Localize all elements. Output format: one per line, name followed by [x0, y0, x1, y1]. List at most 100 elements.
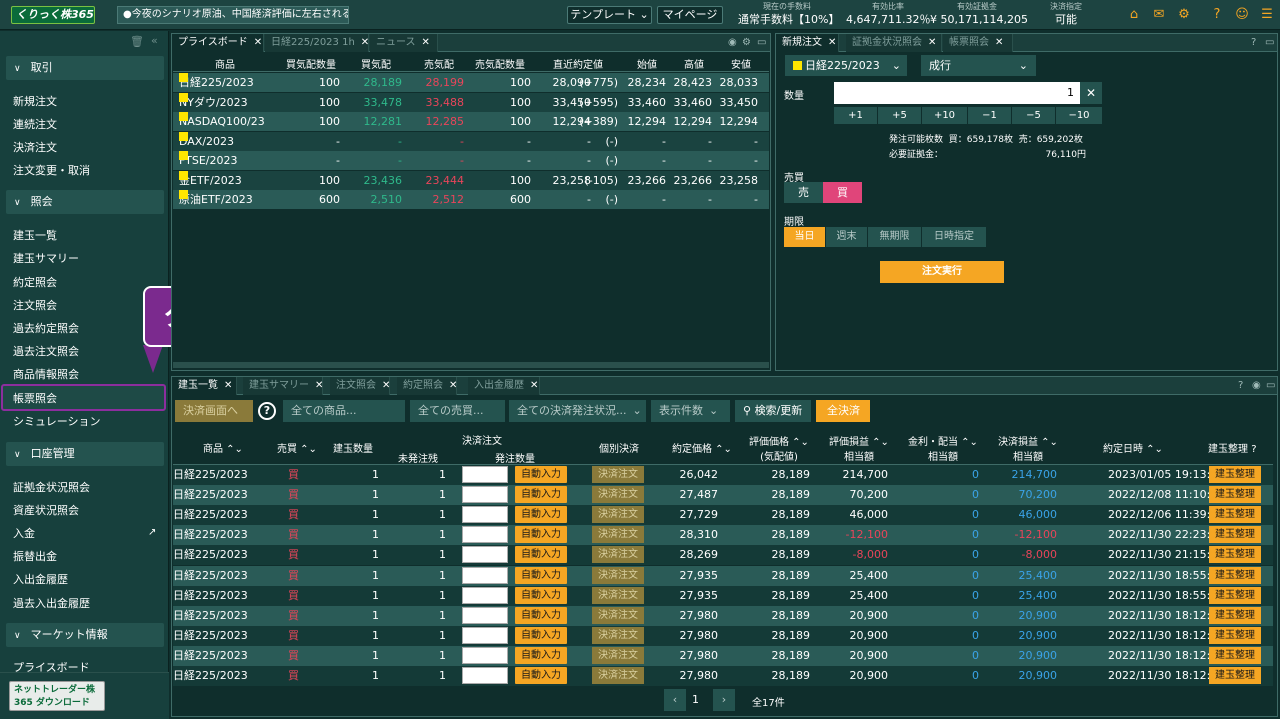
table-row[interactable]: 日経225/2023 買 1 1 自動入力 決済注文 27,980 28,189 20,900 0…	[173, 625, 1273, 646]
priceboard-row[interactable]: NYダウ/2023 100 33,478 33,488 100 33,450 (+595) 3…	[173, 92, 769, 112]
help-icon[interactable]: ?	[1238, 377, 1243, 395]
help-icon[interactable]: ?	[1251, 444, 1256, 455]
sidebar-item-new-order[interactable]: 新規注文	[13, 95, 57, 109]
step-plus5-button[interactable]: +5	[878, 107, 921, 124]
sidebar-item-executions[interactable]: 約定照会	[13, 276, 57, 290]
count-select[interactable]: 表示件数 ⌄	[651, 400, 730, 422]
news-ticker[interactable]: ●今夜のシナリオ原油、中国経済評価に左右される...	[117, 6, 349, 24]
settings-icon[interactable]: ⚙	[742, 34, 751, 52]
close-icon[interactable]: ✕	[361, 37, 369, 48]
auto-fill-button[interactable]: 自動入力	[515, 566, 567, 584]
settle-order-button[interactable]: 決済注文	[592, 546, 644, 564]
trash-icon[interactable]: 🗑	[130, 35, 144, 48]
sidebar-item-position-summary[interactable]: 建玉サマリー	[13, 252, 79, 266]
position-manage-button[interactable]: 建玉整理	[1209, 606, 1261, 624]
auto-fill-button[interactable]: 自動入力	[515, 466, 567, 483]
step-plus1-button[interactable]: +1	[834, 107, 877, 124]
menu-icon[interactable]: ☰	[1259, 7, 1275, 23]
mypage-button[interactable]: マイページ	[657, 6, 723, 24]
tab-news[interactable]: ニュース ✕	[370, 34, 438, 52]
col-price[interactable]: 約定価格 ⌃⌄	[672, 440, 732, 455]
settle-order-button[interactable]: 決済注文	[592, 506, 644, 524]
auto-fill-button[interactable]: 自動入力	[515, 506, 567, 524]
close-icon[interactable]: ✕	[928, 37, 936, 48]
position-manage-button[interactable]: 建玉整理	[1209, 526, 1261, 544]
minimize-icon[interactable]: ▭	[757, 34, 766, 52]
clear-qty-icon[interactable]: ✕	[1080, 82, 1102, 104]
tab-order-inquiry[interactable]: 注文照会 ✕	[330, 377, 390, 395]
settle-order-button[interactable]: 決済注文	[592, 646, 644, 664]
term-today[interactable]: 当日	[784, 227, 825, 247]
sidebar-section-account[interactable]: ∨ 口座管理	[6, 442, 164, 466]
table-row[interactable]: 日経225/2023 買 1 1 自動入力 決済注文 27,980 28,189 20,900 0…	[173, 645, 1273, 666]
sidebar-item-modify-order[interactable]: 注文変更・取消	[13, 164, 90, 178]
status-filter[interactable]: 全ての決済発注状況... ⌄	[509, 400, 646, 422]
col-eval-price[interactable]: 評価価格 ⌃⌄ (気配値)	[749, 433, 809, 463]
next-page-button[interactable]: ›	[713, 689, 735, 711]
auto-fill-button[interactable]: 自動入力	[515, 667, 567, 684]
eye-icon[interactable]: ◉	[728, 34, 737, 52]
term-week[interactable]: 週末	[826, 227, 867, 247]
close-icon[interactable]: ✕	[422, 37, 430, 48]
order-qty-input[interactable]	[462, 526, 508, 544]
table-row[interactable]: 日経225/2023 買 1 1 自動入力 決済注文 28,269 28,189 -8,000 0…	[173, 545, 1273, 566]
order-qty-input[interactable]	[462, 606, 508, 624]
sidebar-item-positions[interactable]: 建玉一覧	[13, 229, 57, 243]
priceboard-row[interactable]: 金ETF/2023 100 23,436 23,444 100 23,258 (-105) 2…	[173, 170, 769, 190]
table-row[interactable]: 日経225/2023 買 1 1 自動入力 決済注文 28,310 28,189 -12,100…	[173, 525, 1273, 546]
close-icon[interactable]: ✕	[254, 37, 262, 48]
sidebar-item-product-info[interactable]: 商品情報照会	[13, 368, 79, 382]
side-filter[interactable]: 全ての売買...	[410, 400, 505, 422]
col-side[interactable]: 売買 ⌃⌄	[277, 440, 317, 455]
settle-all-button[interactable]: 全決済	[816, 400, 870, 422]
step-minus5-button[interactable]: −5	[1012, 107, 1055, 124]
settle-order-button[interactable]: 決済注文	[592, 626, 644, 644]
page-number[interactable]: 1	[692, 693, 699, 706]
prev-page-button[interactable]: ‹	[664, 689, 686, 711]
tab-execution-inquiry[interactable]: 約定照会 ✕	[397, 377, 457, 395]
auto-fill-button[interactable]: 自動入力	[515, 606, 567, 624]
help-icon[interactable]: ?	[1209, 7, 1225, 23]
position-manage-button[interactable]: 建玉整理	[1209, 646, 1261, 664]
tab-priceboard[interactable]: プライスボード ✕	[172, 34, 264, 52]
buy-toggle[interactable]: 買	[823, 182, 862, 203]
sidebar-section-trade[interactable]: ∨ 取引	[6, 56, 164, 80]
eye-icon[interactable]: ◉	[1252, 377, 1261, 395]
minimize-icon[interactable]: ▭	[1265, 34, 1274, 52]
sidebar-item-past-executions[interactable]: 過去約定照会	[13, 322, 79, 336]
tab-positions[interactable]: 建玉一覧 ✕	[172, 377, 237, 395]
auto-fill-button[interactable]: 自動入力	[515, 526, 567, 544]
order-product-select[interactable]: 日経225/2023 ⌄	[785, 55, 907, 76]
home-icon[interactable]: ⌂	[1126, 7, 1142, 23]
sidebar-item-simulation[interactable]: シミュレーション	[13, 415, 101, 429]
tab-reports[interactable]: 帳票照会 ✕	[943, 34, 1013, 52]
priceboard-row[interactable]: 原油ETF/2023 600 2,510 2,512 600 - (-) - - -	[173, 190, 769, 209]
tab-position-summary[interactable]: 建玉サマリー ✕	[243, 377, 323, 395]
order-qty-input[interactable]	[462, 486, 508, 504]
sidebar-item-orders[interactable]: 注文照会	[13, 299, 57, 313]
order-qty-input[interactable]	[462, 546, 508, 564]
auto-fill-button[interactable]: 自動入力	[515, 486, 567, 504]
priceboard-row[interactable]: FTSE/2023 - - - - - (-) - - -	[173, 151, 769, 170]
table-row[interactable]: 日経225/2023 買 1 1 自動入力 決済注文 27,980 28,189 20,900 0…	[173, 666, 1273, 686]
order-qty-input[interactable]	[462, 466, 508, 483]
template-button[interactable]: テンプレート ⌄	[567, 6, 652, 24]
user-icon[interactable]: ☺	[1234, 7, 1250, 23]
submit-order-button[interactable]: 注文実行	[880, 261, 1004, 283]
settle-order-button[interactable]: 決済注文	[592, 466, 644, 483]
step-minus10-button[interactable]: −10	[1056, 107, 1102, 124]
help-icon[interactable]: ?	[258, 402, 276, 420]
col-interest[interactable]: 金利・配当 ⌃⌄ 相当額	[908, 433, 978, 463]
close-icon[interactable]: ✕	[449, 380, 457, 391]
sidebar-item-transfer-history[interactable]: 入出金履歴	[13, 573, 68, 587]
order-qty-input[interactable]	[462, 586, 508, 604]
tab-new-order[interactable]: 新規注文 ✕	[776, 34, 839, 52]
help-icon[interactable]: ?	[1251, 34, 1256, 52]
table-row[interactable]: 日経225/2023 買 1 1 自動入力 決済注文 27,935 28,189 25,400 0…	[173, 565, 1273, 586]
position-manage-button[interactable]: 建玉整理	[1209, 626, 1261, 644]
tab-chart[interactable]: 日経225/2023 1h ✕	[265, 34, 369, 52]
priceboard-row[interactable]: NASDAQ100/23 100 12,281 12,285 100 12,294 (+38…	[173, 112, 769, 131]
order-type-select[interactable]: 成行 ⌄	[921, 55, 1036, 76]
col-settle-pl[interactable]: 決済損益 ⌃⌄ 相当額	[998, 433, 1058, 463]
term-datetime[interactable]: 日時指定	[922, 227, 986, 247]
